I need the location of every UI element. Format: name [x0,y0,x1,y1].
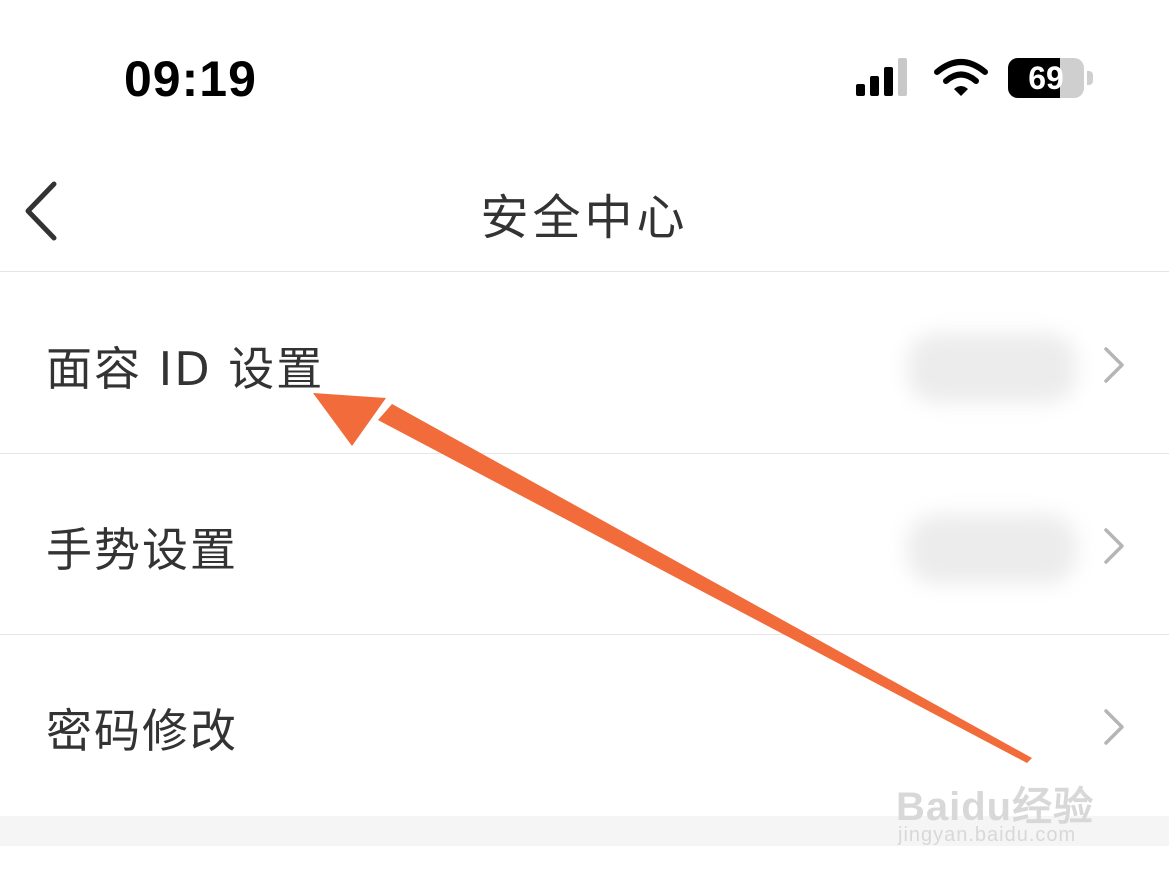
wifi-icon [934,59,988,96]
battery-body: 69 [1008,58,1084,98]
list-item-label: 密码修改 [46,704,238,758]
navigation-bar: 安全中心 [0,150,1169,272]
baidu-watermark: Baidu经验 jingyan.baidu.com [896,770,1116,860]
battery-indicator: 69 [1008,58,1094,98]
settings-list: 面容 ID 设置 手势设置 密码修改 [0,273,1169,816]
watermark-url: jingyan.baidu.com [898,824,1077,846]
list-item-label: 面容 ID 设置 [46,342,325,396]
status-time: 09:19 [124,51,257,107]
gesture-settings-item[interactable]: 手势设置 [0,454,1169,635]
status-bar: 09:19 69 [0,0,1169,150]
cellular-signal-icon [856,58,907,96]
list-item-label: 手势设置 [46,523,238,577]
blurred-value [907,333,1077,403]
face-id-settings-item[interactable]: 面容 ID 设置 [0,273,1169,454]
chevron-right-icon [1104,528,1124,564]
chevron-right-icon [1104,709,1124,745]
battery-level: 69 [1028,60,1064,96]
chevron-right-icon [1104,347,1124,383]
battery-cap [1087,71,1093,85]
page-title: 安全中心 [480,190,689,246]
blurred-value [907,514,1077,584]
